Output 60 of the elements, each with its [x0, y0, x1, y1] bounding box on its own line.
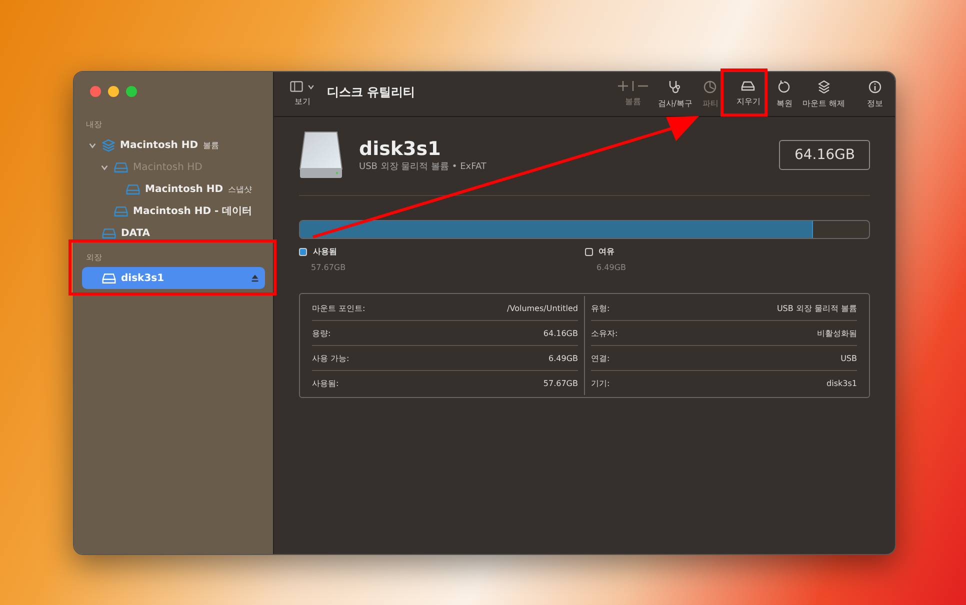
info-value: 57.67GB — [543, 378, 578, 388]
pie-icon — [703, 80, 718, 94]
info-value: USB 외장 물리적 볼륨 — [776, 302, 857, 314]
view-label: 보기 — [294, 96, 310, 107]
item-type-label: 볼륨 — [203, 140, 220, 150]
eject-icon[interactable] — [251, 274, 259, 282]
info-value: USB — [840, 354, 857, 362]
sidebar-item[interactable]: Macintosh HD - 데이터 — [94, 200, 265, 222]
legend-value: 6.49GB — [596, 263, 627, 272]
drive-icon — [102, 272, 116, 284]
close-button[interactable] — [90, 86, 101, 97]
info-value: /Volumes/Untitled — [507, 304, 578, 312]
drive-icon — [114, 206, 128, 216]
chevron-icon[interactable] — [88, 140, 97, 150]
sidebar-toggle-icon[interactable] — [290, 81, 303, 92]
volume-name: disk3s1 — [359, 138, 442, 160]
toolbar-button[interactable]: 검사/복구 — [656, 80, 694, 108]
window-title: 디스크 유틸리티 — [327, 84, 416, 101]
restore-icon — [777, 80, 792, 94]
drive-icon — [114, 162, 128, 172]
info-label: 사용 가능: — [312, 352, 350, 364]
legend-value: 57.67GB — [310, 263, 347, 272]
volume-size: 64.16GB — [779, 140, 870, 170]
zoom-button[interactable] — [126, 86, 137, 97]
section-heading: 내장 — [85, 119, 103, 131]
info-label: 사용됨: — [312, 378, 339, 388]
info-label: 마운트 포인트: — [312, 302, 366, 314]
minimize-button[interactable] — [108, 86, 119, 97]
info-label: 유형: — [591, 302, 610, 314]
info-label: 용량: — [312, 328, 331, 338]
info-icon — [868, 80, 882, 94]
drive-icon — [126, 184, 140, 194]
volume-description: USB 외장 물리적 볼륨 • ExFAT — [359, 160, 488, 172]
info-value: 6.49GB — [548, 354, 578, 362]
item-type-label: 스냅샷 — [228, 184, 252, 194]
external-drive-icon — [299, 131, 343, 179]
highlight-box — [720, 68, 768, 116]
sidebar-item[interactable]: Macintosh HD 볼륨 — [82, 134, 265, 156]
eraser-icon — [740, 80, 756, 92]
info-value: 비활성화됨 — [817, 328, 857, 338]
unmount-icon — [818, 80, 830, 94]
plus-minus-icon — [618, 80, 648, 92]
legend-label: 사용됨 — [313, 246, 337, 257]
chevron-icon[interactable] — [307, 82, 315, 90]
info-value: 64.16GB — [543, 328, 578, 338]
legend-label: 여유 — [598, 246, 614, 257]
toolbar-button[interactable]: 지우기 — [734, 80, 762, 108]
toolbar-button[interactable]: 마운트 해제 — [800, 80, 847, 108]
sidebar-item[interactable]: disk3s1 — [82, 267, 265, 289]
info-label: 기기: — [591, 378, 610, 388]
info-value: disk3s1 — [826, 378, 857, 388]
toolbar-button[interactable]: 복원 — [774, 80, 794, 108]
section-heading: 외장 — [85, 252, 103, 264]
sidebar-item[interactable]: DATA — [82, 222, 265, 244]
drive-icon — [102, 228, 116, 238]
layers-icon — [102, 138, 115, 152]
toolbar-button[interactable]: 정보 — [865, 80, 885, 108]
stethoscope-icon — [668, 80, 682, 94]
info-label: 연결: — [591, 352, 610, 364]
info-label: 소유자: — [591, 328, 618, 338]
